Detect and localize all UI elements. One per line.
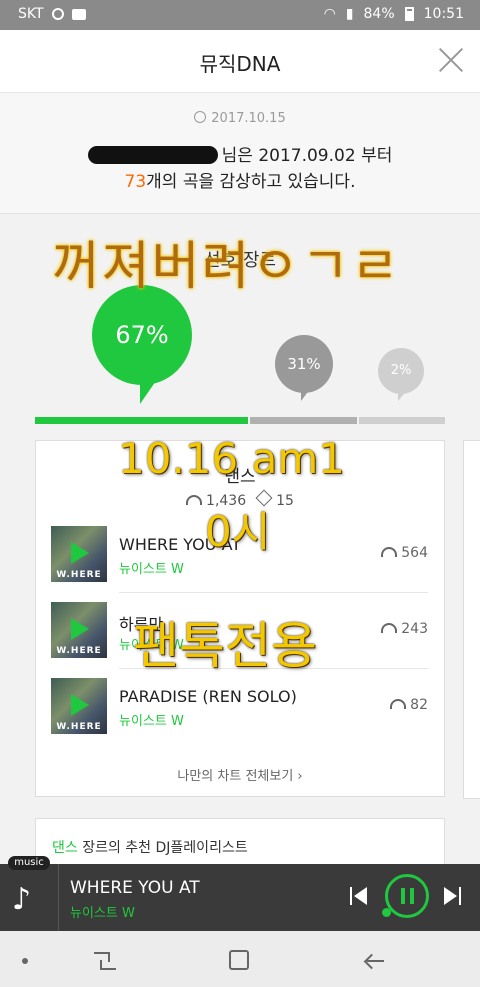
home-icon[interactable] [229,950,249,970]
wifi-icon: ◠ [323,6,336,22]
track-row[interactable]: W.HERE PARADISE (REN SOLO) 뉴이스트 W 82 [50,678,430,753]
recent-apps-icon[interactable] [94,950,116,970]
status-right: ◠ ▮ 84% 10:51 [324,6,464,22]
playback-progress-indicator [382,908,391,917]
clock-time: 10:51 [423,6,464,22]
summary-since: 님은 2017.09.02 부터 [221,146,393,166]
genre-share-bar-2 [250,417,357,424]
headphones-icon [381,623,398,633]
view-full-chart-link[interactable]: 나만의 차트 전체보기 › [0,765,480,784]
overlay-text-2: 10.16 am1 [118,434,345,483]
summary-date-row: 2017.10.15 [0,111,480,126]
headphones-icon [390,699,407,709]
player-divider [58,864,59,931]
recommended-genre: 댄스 [52,840,78,856]
redacted-username [87,146,218,164]
carrier-label: SKT [18,6,44,22]
recommended-playlist-title: 댄스 장르의 추천 DJ플레이리스트 [52,837,248,857]
play-icon[interactable] [71,542,89,564]
genre-bubble-1-tail [140,378,158,404]
listening-summary: 2017.10.15 님은 2017.09.02 부터 73개의 곡을 감상하고… [0,93,480,214]
previous-track-icon[interactable] [350,885,370,907]
like-count: 15 [276,493,294,509]
track-artist[interactable]: 뉴이스트 W [119,710,184,729]
track-artist[interactable]: 뉴이스트 W [119,558,184,577]
status-left: SKT [18,6,86,22]
app-header: 뮤직DNA [0,30,480,93]
track-play-count: 82 [390,697,428,713]
genre-bubble-1[interactable]: 67% [92,285,192,385]
player-track-artist[interactable]: 뉴이스트 W [70,902,135,921]
row-divider [119,592,428,593]
page-title: 뮤직DNA [199,52,281,76]
track-play-count: 564 [381,545,428,561]
overlay-text-1: 꺼져버려ㅇㄱㄹ [52,237,401,297]
pause-icon-bar-2 [410,888,414,904]
summary-listening: 개의 곡을 감상하고 있습니다. [146,172,356,192]
track-title: PARADISE (REN SOLO) [119,687,297,706]
recommended-playlist-text: 장르의 추천 DJ플레이리스트 [77,840,248,856]
next-track-icon[interactable] [444,885,464,907]
play-icon[interactable] [71,618,89,640]
music-tag: music [8,856,50,870]
player-track-title[interactable]: WHERE YOU AT [70,878,200,898]
summary-date: 2017.10.15 [211,111,286,126]
genre-bubble-3-tail [398,389,408,401]
close-icon[interactable] [438,47,464,73]
battery-percent: 84% [363,6,395,22]
track-play-count: 243 [381,621,428,637]
album-cover-text: W.HERE [56,722,102,732]
album-cover[interactable]: W.HERE [51,678,107,734]
notification-icon [51,8,64,20]
overlay-text-4: 팬톡전용 [133,617,317,675]
nav-dot-icon [22,958,28,964]
summary-line-1: 님은 2017.09.02 부터 [0,141,480,166]
battery-icon [404,7,414,21]
album-cover[interactable]: W.HERE [51,602,107,658]
album-cover-text: W.HERE [56,570,102,580]
genre-share-bar-3 [359,417,445,424]
pause-icon-bar-1 [401,888,405,904]
back-icon[interactable] [364,951,384,971]
song-count: 73 [124,172,147,192]
playlist-icon[interactable]: ♪ [12,882,52,918]
play-icon[interactable] [71,694,89,716]
clock-icon [194,111,207,123]
album-cover-text: W.HERE [56,646,102,656]
summary-line-2: 73개의 곡을 감상하고 있습니다. [0,167,480,192]
signal-icon: ▮ [345,6,354,22]
message-icon [71,8,86,20]
genre-bubble-2-tail [301,385,313,401]
overlay-text-3: 0시 [205,507,271,556]
pause-button[interactable] [385,874,429,918]
status-bar: SKT ◠ ▮ 84% 10:51 [0,0,480,30]
headphones-icon [186,495,203,505]
album-cover[interactable]: W.HERE [51,526,107,582]
genre-bubble-3[interactable]: 2% [378,348,424,394]
recommended-playlist-card[interactable]: 댄스 장르의 추천 DJ플레이리스트 [35,818,445,868]
headphones-icon [381,547,398,557]
genre-share-bar-1 [35,417,248,424]
